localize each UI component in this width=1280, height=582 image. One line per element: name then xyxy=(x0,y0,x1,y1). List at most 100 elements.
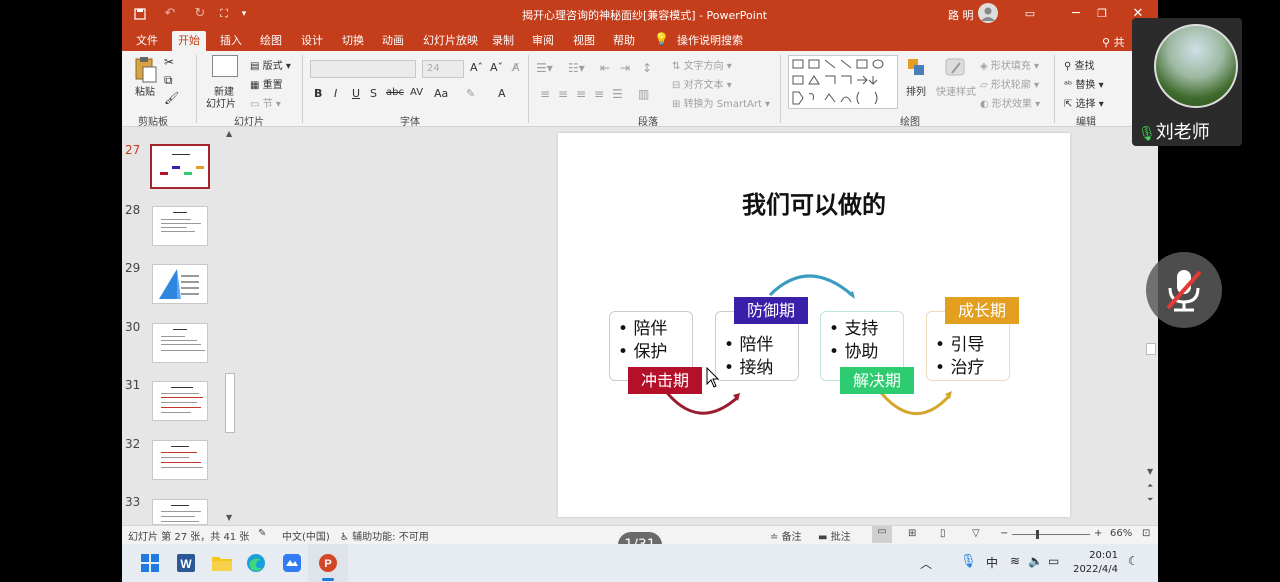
tab-insert[interactable]: 插入 xyxy=(214,31,248,51)
volume-icon[interactable]: 🔈 xyxy=(1028,554,1043,568)
spell-check-icon[interactable]: ✎ xyxy=(258,528,266,539)
replace-button[interactable]: ᵃᵇ 替换 ▾ xyxy=(1064,76,1104,91)
slide-thumbnail-30[interactable] xyxy=(152,323,208,363)
grow-font-icon[interactable]: Aˆ xyxy=(470,61,483,74)
do-not-disturb-icon[interactable]: ☾ xyxy=(1128,554,1139,568)
arrange-icon[interactable] xyxy=(906,57,926,81)
layout-button[interactable]: ▤ 版式 ▾ xyxy=(250,57,291,72)
battery-icon[interactable]: ▭ xyxy=(1048,554,1059,568)
highlight-icon[interactable]: ✎ xyxy=(466,87,475,100)
justify-icon[interactable]: ≡ xyxy=(594,87,604,101)
fit-to-window-icon[interactable]: ⊡ xyxy=(1142,528,1150,539)
save-icon[interactable] xyxy=(128,0,152,27)
select-button[interactable]: ⇱ 选择 ▾ xyxy=(1064,95,1104,110)
slide-canvas[interactable]: 我们可以做的 陪伴 保护 冲击期 xyxy=(558,133,1070,517)
slide-thumbnail-29[interactable] xyxy=(152,264,208,304)
scroll-up-icon[interactable]: ▲ xyxy=(226,129,232,138)
comments-button[interactable]: ▬ 批注 xyxy=(818,528,851,543)
clear-format-icon[interactable]: A̸ xyxy=(512,61,520,74)
zoom-out-icon[interactable]: − xyxy=(1000,528,1008,539)
bold-button[interactable]: B xyxy=(314,87,322,100)
powerpoint-icon[interactable]: P xyxy=(308,544,348,582)
line-spacing-icon[interactable]: ↕ xyxy=(642,61,652,75)
slide-thumbnail-27[interactable] xyxy=(150,144,210,189)
microphone-tray-icon[interactable]: 🎙 xyxy=(960,554,977,569)
new-slide-icon[interactable] xyxy=(212,55,238,77)
tab-record[interactable]: 录制 xyxy=(486,31,520,51)
slide-thumbnail-31[interactable] xyxy=(152,381,208,421)
clock-time[interactable]: 20:01 xyxy=(1082,550,1118,561)
slideshow-view-icon[interactable]: ▽ xyxy=(972,528,980,539)
reset-button[interactable]: ▦ 重置 xyxy=(250,76,283,91)
scrollbar-thumb[interactable] xyxy=(225,373,235,433)
columns-icon[interactable]: ▥ xyxy=(638,87,649,101)
cut-icon[interactable]: ✂ xyxy=(164,55,174,69)
clock-date[interactable]: 2022/4/4 xyxy=(1068,564,1118,575)
char-spacing-icon[interactable]: AV xyxy=(410,87,423,98)
slide-thumbnail-28[interactable] xyxy=(152,206,208,246)
phase-label-defense[interactable]: 防御期 xyxy=(734,297,808,324)
reading-view-icon[interactable]: ▯ xyxy=(940,528,946,539)
scroll-down-icon[interactable]: ▼ xyxy=(1147,467,1153,476)
tab-transitions[interactable]: 切换 xyxy=(336,31,370,51)
shape-effects-button[interactable]: ◐ 形状效果 ▾ xyxy=(980,95,1040,110)
participant-video-tile[interactable]: 🎙刘老师 xyxy=(1132,18,1242,146)
underline-button[interactable]: U xyxy=(352,87,360,100)
change-case-button[interactable]: Aa xyxy=(434,87,448,100)
phase-label-growth[interactable]: 成长期 xyxy=(945,297,1019,324)
wifi-icon[interactable]: ≋ xyxy=(1010,554,1020,568)
undo-icon[interactable]: ↶ xyxy=(158,0,182,27)
increase-indent-icon[interactable]: ⇥ xyxy=(620,61,630,75)
tell-me-search[interactable]: 操作说明搜索 xyxy=(671,31,749,51)
phase-label-resolve[interactable]: 解决期 xyxy=(840,367,914,394)
zoom-slider[interactable] xyxy=(1012,530,1090,539)
user-avatar[interactable] xyxy=(978,3,998,23)
normal-view-icon[interactable]: ▭ xyxy=(872,526,892,543)
bullets-icon[interactable]: ☰▾ xyxy=(536,61,553,75)
shrink-font-icon[interactable]: Aˇ xyxy=(490,61,503,74)
redo-icon[interactable]: ↻ xyxy=(188,0,212,27)
next-slide-icon[interactable]: ⏷ xyxy=(1147,495,1153,505)
ribbon-display-icon[interactable]: ▭ xyxy=(1012,0,1048,27)
numbering-icon[interactable]: ☷▾ xyxy=(568,61,585,75)
font-size-select[interactable]: 24 xyxy=(422,60,464,78)
text-direction-button[interactable]: ⇅ 文字方向 ▾ xyxy=(672,57,732,72)
tab-animations[interactable]: 动画 xyxy=(376,31,410,51)
zoom-in-icon[interactable]: + xyxy=(1094,528,1102,539)
shapes-gallery[interactable] xyxy=(788,55,898,109)
tab-view[interactable]: 视图 xyxy=(567,31,601,51)
tab-review[interactable]: 审阅 xyxy=(526,31,560,51)
edge-icon[interactable] xyxy=(236,544,276,582)
smartart-button[interactable]: ⊞ 转换为 SmartArt ▾ xyxy=(672,95,770,110)
slide-sorter-icon[interactable]: ⊞ xyxy=(908,528,916,539)
tab-file[interactable]: 文件 xyxy=(130,31,164,51)
shape-fill-button[interactable]: ◈ 形状填充 ▾ xyxy=(980,57,1039,72)
phase-label-shock[interactable]: 冲击期 xyxy=(628,367,702,394)
share-icon[interactable]: ⚲ 共 xyxy=(1102,34,1125,50)
font-color-button[interactable]: A xyxy=(498,87,506,100)
tab-slideshow[interactable]: 幻灯片放映 xyxy=(417,31,484,51)
show-hidden-icons[interactable]: ︿ xyxy=(920,555,932,572)
distributed-icon[interactable]: ☰ xyxy=(612,87,623,101)
start-slideshow-icon[interactable]: ⛶ xyxy=(212,0,236,27)
zoom-level[interactable]: 66% xyxy=(1110,528,1132,539)
quick-styles-icon[interactable] xyxy=(944,57,968,79)
strikethrough-button[interactable]: abc xyxy=(386,87,404,98)
new-slide-label-2[interactable]: 幻灯片 xyxy=(206,95,236,110)
decrease-indent-icon[interactable]: ⇤ xyxy=(600,61,610,75)
align-center-icon[interactable]: ≡ xyxy=(558,87,568,101)
tab-home[interactable]: 开始 xyxy=(172,31,206,51)
ime-indicator[interactable]: 中 xyxy=(986,554,998,571)
tab-design[interactable]: 设计 xyxy=(295,31,329,51)
windows-start-icon[interactable] xyxy=(130,544,170,582)
align-text-button[interactable]: ⊟ 对齐文本 ▾ xyxy=(672,76,732,91)
notes-button[interactable]: ≐ 备注 xyxy=(770,528,802,543)
font-name-select[interactable] xyxy=(310,60,416,78)
thumbnail-scrollbar[interactable]: ▲ ▼ xyxy=(223,127,237,525)
section-button[interactable]: ▭ 节 ▾ xyxy=(250,95,281,110)
mute-button[interactable] xyxy=(1146,252,1222,328)
arrange-label[interactable]: 排列 xyxy=(906,83,926,98)
restore-icon[interactable]: ❐ xyxy=(1084,0,1120,27)
paste-icon[interactable] xyxy=(134,55,158,83)
find-button[interactable]: ⚲ 查找 xyxy=(1064,57,1095,72)
